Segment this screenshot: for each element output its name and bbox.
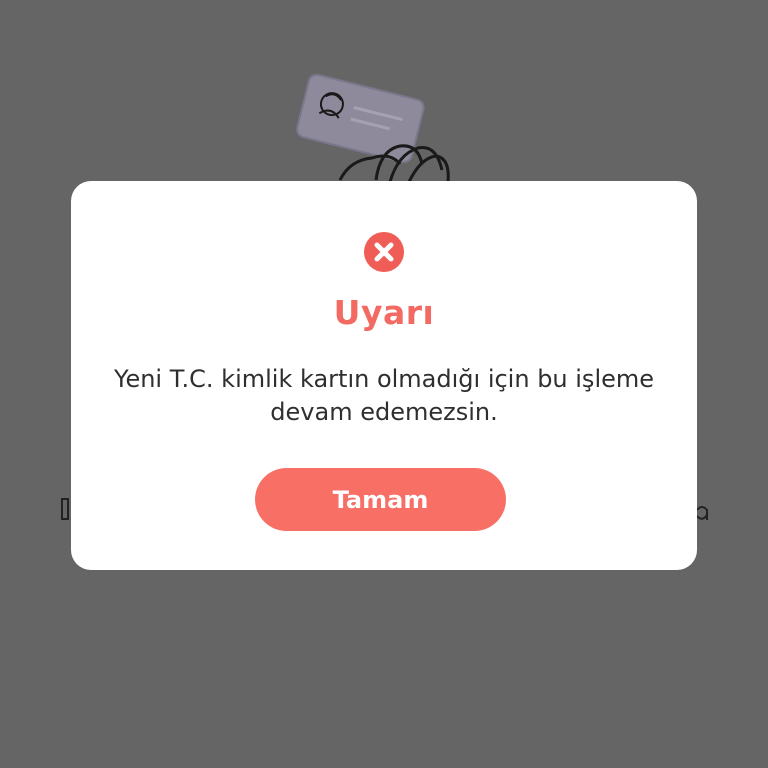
- dialog-title: Uyarı: [333, 293, 435, 332]
- dialog-message: Yeni T.C. kimlik kartın olmadığı için bu…: [113, 365, 655, 426]
- id-card-hand-illustration: [280, 60, 470, 200]
- alert-dialog: Uyarı Yeni T.C. kimlik kartın olmadığı i…: [71, 181, 697, 570]
- background-text-fragment: [60, 496, 70, 522]
- ok-button[interactable]: Tamam: [255, 468, 506, 531]
- background-text-fragment: [695, 496, 709, 522]
- error-x-icon: [364, 232, 404, 272]
